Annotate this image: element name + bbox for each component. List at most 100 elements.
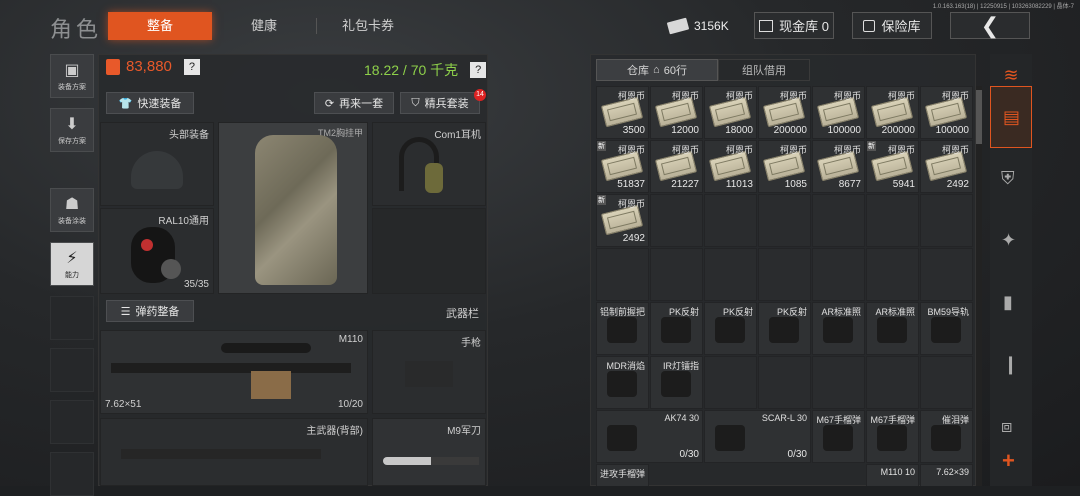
rail-skin[interactable]: ☗ 装备涂装 bbox=[50, 188, 94, 232]
money-item[interactable]: 柯恩币 200000 bbox=[758, 86, 811, 139]
money-item[interactable]: 柯恩币 11013 bbox=[704, 140, 757, 193]
grenade-item[interactable]: M67手榴弹 bbox=[812, 410, 865, 463]
money-item[interactable]: 柯恩币 1085 bbox=[758, 140, 811, 193]
tab-team-borrow[interactable]: 组队借用 bbox=[718, 59, 810, 81]
ammo-item[interactable]: 7.62×39 bbox=[920, 464, 973, 486]
add-icon[interactable]: + bbox=[1002, 448, 1015, 474]
elite-kit-button[interactable]: ⛉ 精兵套装 bbox=[400, 92, 480, 114]
rail-save-plan[interactable]: ⬇ 保存方案 bbox=[50, 108, 94, 152]
quick-equip-button[interactable]: 👕 快速装备 bbox=[106, 92, 194, 114]
safe-icon bbox=[863, 19, 876, 32]
medkit-category-icon[interactable]: ⧈ bbox=[1001, 416, 1012, 437]
magazine-item[interactable]: AK74 30 0/30 bbox=[596, 410, 703, 463]
magazine-category-icon[interactable]: ▮ bbox=[1003, 292, 1013, 313]
attachment-item[interactable]: AR标准照 bbox=[812, 302, 865, 355]
item-count: 3500 bbox=[622, 125, 645, 136]
category-money[interactable]: ▤ bbox=[990, 86, 1032, 148]
item-count: 21227 bbox=[671, 179, 699, 190]
grenade-item[interactable]: 催泪弹 bbox=[920, 410, 973, 463]
money-item[interactable]: 柯恩币 8677 bbox=[812, 140, 865, 193]
item-name: IR灯镭指 bbox=[662, 361, 699, 371]
primary-caliber: 7.62×51 bbox=[105, 399, 142, 410]
rail-loadout-plan[interactable]: ▣ 装备方案 bbox=[50, 54, 94, 98]
again-button[interactable]: ⟳ 再来一套 bbox=[314, 92, 394, 114]
safe-button[interactable]: 保险库 bbox=[852, 12, 932, 39]
help-icon[interactable]: ? bbox=[183, 58, 200, 75]
money-item[interactable]: 柯恩币 51837 新 bbox=[596, 140, 649, 193]
item-count: 2492 bbox=[946, 179, 969, 190]
item-count: 8677 bbox=[838, 179, 861, 190]
empty-cell bbox=[650, 194, 703, 247]
scrollbar-thumb[interactable] bbox=[976, 90, 982, 144]
item-name: MDR消焰 bbox=[606, 361, 646, 371]
tab-gifts[interactable]: 礼包卡券 bbox=[318, 12, 418, 40]
money-item[interactable]: 柯恩币 12000 bbox=[650, 86, 703, 139]
ammo-category-icon[interactable]: ❙ bbox=[1003, 354, 1018, 375]
item-name: 柯恩币 bbox=[887, 145, 915, 155]
item-name: 柯恩币 bbox=[617, 145, 645, 155]
item-name: AR标准照 bbox=[821, 307, 861, 317]
armor-slot[interactable]: TM2胸挂甲 bbox=[218, 122, 368, 294]
pistol-slot[interactable]: 手枪 bbox=[372, 330, 486, 414]
rail-ability[interactable]: ⚡ 能力 bbox=[50, 242, 94, 286]
attachment-item[interactable]: PK反射 bbox=[650, 302, 703, 355]
money-item[interactable]: 柯恩币 5941 新 bbox=[866, 140, 919, 193]
armor-category-icon[interactable]: ⛨ bbox=[1001, 168, 1015, 189]
head-slot[interactable]: 头部装备 bbox=[100, 122, 214, 206]
item-name: 柯恩币 bbox=[671, 91, 699, 101]
ear-slot[interactable]: Com1耳机 bbox=[372, 122, 486, 206]
magazine-item[interactable]: SCAR-L 30 0/30 bbox=[704, 410, 811, 463]
back-button[interactable]: ❮ bbox=[950, 12, 1030, 39]
tab-prepare[interactable]: 整备 bbox=[108, 12, 212, 40]
item-name: 柯恩币 bbox=[725, 145, 753, 155]
rail-empty-slot bbox=[50, 400, 94, 444]
attachment-item[interactable]: PK反射 bbox=[758, 302, 811, 355]
attachment-item[interactable]: PK反射 bbox=[704, 302, 757, 355]
tab-health[interactable]: 健康 bbox=[212, 12, 316, 40]
attachment-icon bbox=[931, 317, 961, 343]
money-item[interactable]: 柯恩币 2492 新 bbox=[596, 194, 649, 247]
grenade-item[interactable]: M67手榴弹 bbox=[866, 410, 919, 463]
rifle-category-icon[interactable]: ✦ bbox=[1001, 230, 1016, 251]
money-item[interactable]: 柯恩币 18000 bbox=[704, 86, 757, 139]
back-weapon-slot[interactable]: 主武器(背部) bbox=[100, 418, 368, 486]
storage-grid: 柯恩币 3500 柯恩币 12000 柯恩币 18000 柯恩币 200000 柯恩币 10000… bbox=[596, 86, 974, 486]
scrollbar[interactable] bbox=[976, 86, 982, 486]
empty-cell bbox=[758, 248, 811, 301]
empty-cell bbox=[650, 248, 703, 301]
rifle-body bbox=[251, 371, 291, 399]
ammo-prep-button[interactable]: ☰ 弹药整备 bbox=[106, 300, 194, 322]
attachment-item[interactable]: BM59导轨 bbox=[920, 302, 973, 355]
head-slot-label: 头部装备 bbox=[169, 130, 209, 141]
magazine-item[interactable]: M110 10 bbox=[866, 464, 919, 486]
grenade-item[interactable]: 进攻手榴弹 bbox=[596, 464, 649, 486]
attachment-item[interactable]: AR标准照 bbox=[866, 302, 919, 355]
currency-display: 3156K bbox=[666, 15, 748, 37]
item-count: 100000 bbox=[827, 125, 861, 136]
money-item[interactable]: 柯恩币 3500 bbox=[596, 86, 649, 139]
vest-icon: ▣ bbox=[64, 62, 80, 79]
attachment-item[interactable]: IR灯镭指 bbox=[650, 356, 703, 409]
item-count: 18000 bbox=[725, 125, 753, 136]
money-item[interactable]: 柯恩币 200000 bbox=[866, 86, 919, 139]
scope-image bbox=[221, 343, 311, 353]
money-item[interactable]: 柯恩币 2492 bbox=[920, 140, 973, 193]
rail-label: 保存方案 bbox=[58, 138, 86, 145]
money-item[interactable]: 柯恩币 21227 bbox=[650, 140, 703, 193]
tab-warehouse[interactable]: 仓库 ⌂ 60行 bbox=[596, 59, 718, 81]
cash-vault-button[interactable]: 现金库 0 bbox=[754, 12, 834, 39]
knife-slot[interactable]: M9军刀 bbox=[372, 418, 486, 486]
attachment-item[interactable]: MDR消焰 bbox=[596, 356, 649, 409]
weight-help-icon[interactable]: ? bbox=[470, 62, 487, 78]
money-stack-icon bbox=[666, 17, 690, 35]
item-name: 柯恩币 bbox=[779, 91, 807, 101]
download-icon: ⬇ bbox=[65, 116, 79, 133]
item-name: 催泪弹 bbox=[941, 415, 969, 425]
attachment-item[interactable]: 铝制前握把 bbox=[596, 302, 649, 355]
money-item[interactable]: 柯恩币 100000 bbox=[920, 86, 973, 139]
money-item[interactable]: 柯恩币 100000 bbox=[812, 86, 865, 139]
headset-cup bbox=[425, 163, 443, 193]
mask-slot[interactable]: RAL10通用 35/35 bbox=[100, 208, 214, 294]
rail-label: 能力 bbox=[65, 272, 79, 279]
primary-weapon-slot[interactable]: M110 7.62×51 10/20 bbox=[100, 330, 368, 414]
